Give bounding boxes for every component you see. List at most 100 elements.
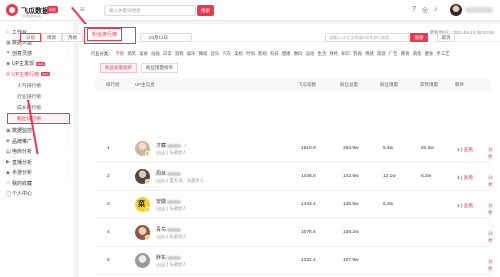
industry-option[interactable]: 生活 [318, 51, 327, 57]
logo-icon [6, 4, 18, 16]
industry-option[interactable]: 汽车 [223, 51, 232, 57]
chevron-up-icon: ˆ [66, 71, 68, 77]
sidebar-sub-growth[interactable]: 成长排行榜 [0, 102, 74, 113]
chevron-icon: › [66, 61, 68, 67]
analyze-link[interactable]: 分析 [488, 202, 493, 216]
fans-total-value: 142.9w [343, 174, 359, 179]
gender-icon: ♂ [183, 143, 187, 149]
level-badge [145, 207, 150, 212]
analyze-link[interactable]: 分析 [488, 258, 493, 272]
col-fans-total[interactable]: 粉丝总量 [340, 82, 358, 88]
table-row: 1 才藏 ♂ | 头部达人 1510.0 263.9w 5.4w 92.5w 1 … [95, 135, 493, 163]
industry-option[interactable]: 旅游 [377, 51, 386, 57]
industry-option[interactable]: 美妆 [234, 51, 243, 57]
sidebar-sub-fans[interactable]: 粉丝排行榜 [7, 112, 70, 124]
up-name[interactable]: 安徽 [156, 198, 182, 205]
up-search-button[interactable]: 搜索 [410, 33, 428, 42]
subtype-selector: 粉丝总量榜单 粉丝增量榜单 [100, 63, 178, 73]
period-weekly-button[interactable]: 周榜 [41, 33, 62, 42]
view-link[interactable]: 查看 [464, 176, 474, 181]
industry-option[interactable]: 音乐 [211, 51, 220, 57]
fans-total-button[interactable]: 粉丝总量榜单 [100, 63, 137, 73]
index-value: 1448.0 [301, 174, 316, 179]
industry-option[interactable]: 广告 [389, 51, 398, 57]
industry-option[interactable]: 知识 [341, 51, 350, 57]
sidebar-item-rankings[interactable]: ◎ UP主排行榜 NEW ˆ [0, 69, 74, 80]
fans-increase-button[interactable]: 粉丝增量榜单 [141, 63, 178, 73]
up-name[interactable]: 青鸟 [156, 226, 182, 233]
industry-option[interactable]: 动画 [151, 51, 160, 57]
sidebar-item-live[interactable]: ▶ 直播分析 › [0, 157, 74, 168]
industry-option[interactable]: 数码 [294, 51, 303, 57]
industry-option[interactable]: 时尚 [246, 51, 255, 57]
col-index[interactable]: 飞瓜指数 [298, 82, 316, 88]
industry-option[interactable]: 教育 [401, 51, 410, 57]
username[interactable] [465, 7, 493, 13]
up-search-input[interactable]: 请输入UP主名称或B站号进行搜索 [325, 33, 409, 42]
up-name[interactable]: 才藏 ♂ [156, 142, 187, 149]
industry-option[interactable]: 运动 [306, 51, 315, 57]
industry-option[interactable]: 财经 [330, 51, 339, 57]
col-works: 稿件 [455, 82, 464, 87]
highlight-box [84, 27, 136, 44]
industry-option[interactable]: 舞蹈 [199, 51, 208, 57]
analyze-link[interactable]: 分析 [488, 174, 493, 188]
industry-option[interactable]: 娱乐 [187, 51, 196, 57]
avatar[interactable] [450, 4, 462, 16]
sidebar-item-inspiration[interactable]: ✦ 创意灵感 › [0, 48, 74, 59]
help-icon[interactable]: ? [412, 6, 416, 14]
industry-option[interactable]: 情感 [365, 51, 374, 57]
rank: 4 [107, 230, 110, 235]
industry-option[interactable]: 健康 [282, 51, 291, 57]
sidebar-item-discover[interactable]: ◉ UP主发现 NEW › [0, 59, 74, 70]
view-link[interactable]: 查看 [464, 204, 474, 209]
industry-option[interactable]: 手工艺 [437, 51, 450, 57]
table-row: 5 胖东 | 头部达人 1332.4 107.9w 分析 收藏 [95, 247, 493, 275]
sidebar-sub-popularity[interactable]: 人气排行榜 [0, 80, 74, 91]
industry-option[interactable]: 影视 [353, 51, 362, 57]
industry-option[interactable]: 美食 [139, 51, 148, 57]
chevron-icon: › [66, 159, 68, 165]
date-picker[interactable]: 04月12日 [140, 33, 192, 42]
search-button[interactable]: 搜索 [197, 5, 214, 16]
industry-option[interactable]: 日常 [163, 51, 172, 57]
industry-option[interactable]: 科技 [270, 51, 279, 57]
industry-option[interactable]: 萌宠 [413, 51, 422, 57]
sidebar-item-monitor[interactable]: ▣ 数据监控 › [0, 126, 74, 137]
bell-icon[interactable]: ♪ [434, 6, 438, 14]
period-monthly-button[interactable]: 月榜 [62, 33, 83, 42]
up-name[interactable]: 周目 [156, 170, 182, 177]
industry-filter: 行业分类： 不限 搞笑 美食 动画 日常 游戏 娱乐 舞蹈 音乐 汽车 美妆 时… [91, 51, 453, 57]
cancel-button[interactable]: 取消 [437, 33, 455, 42]
col-up-info: UP主信息 [135, 82, 155, 87]
sidebar: ⌂工作台 ▦数据大盘› ✦创意灵感› ◉UP主发现NEW› ◎UP主排行榜NEW… [0, 21, 75, 277]
up-name[interactable]: 胖东 [156, 254, 182, 261]
industry-option[interactable]: 搞笑 [127, 51, 136, 57]
sidebar-sub-industry[interactable]: 行业排行榜 [0, 91, 74, 102]
industry-option[interactable]: 游戏 [175, 51, 184, 57]
search-input[interactable]: 输入关键词搜索 [104, 5, 196, 16]
menu-toggle-icon[interactable]: ≡ [80, 5, 85, 14]
analyze-link[interactable]: 分析 [488, 230, 493, 244]
sidebar-item-brand[interactable]: ◈ 品牌推广 › [0, 136, 74, 147]
sidebar-item-favorites[interactable]: ☆ 我的收藏 › [0, 178, 74, 189]
period-daily-button[interactable]: 日榜 [20, 33, 41, 42]
col-fans-increase[interactable]: 粉丝增量 [380, 82, 398, 88]
view-link[interactable]: 查看 [464, 148, 474, 153]
chevron-icon: › [66, 180, 68, 186]
analyze-link[interactable]: 分析 [488, 146, 493, 160]
new-badge: NEW [40, 72, 50, 77]
chevron-icon: › [66, 138, 68, 144]
industry-option[interactable]: 影视 [258, 51, 267, 57]
fans-total-value: 263.9w [343, 146, 359, 151]
industry-option[interactable]: 健身 [425, 51, 434, 57]
avatar-glyph: 菜 [138, 201, 145, 208]
sidebar-item-profile[interactable]: ◯ 个人中心 [0, 189, 74, 200]
sidebar-item-game[interactable]: ◆ 手游分析 › [0, 168, 74, 179]
notice-icon[interactable]: ◎ [422, 6, 428, 14]
industry-option[interactable]: 不限 [115, 51, 124, 57]
chevron-icon: › [66, 50, 68, 56]
col-likes-increase[interactable]: 获赞增量 [420, 82, 438, 88]
fans-total-value: 107.9w [343, 258, 359, 263]
avatar[interactable] [135, 253, 150, 268]
